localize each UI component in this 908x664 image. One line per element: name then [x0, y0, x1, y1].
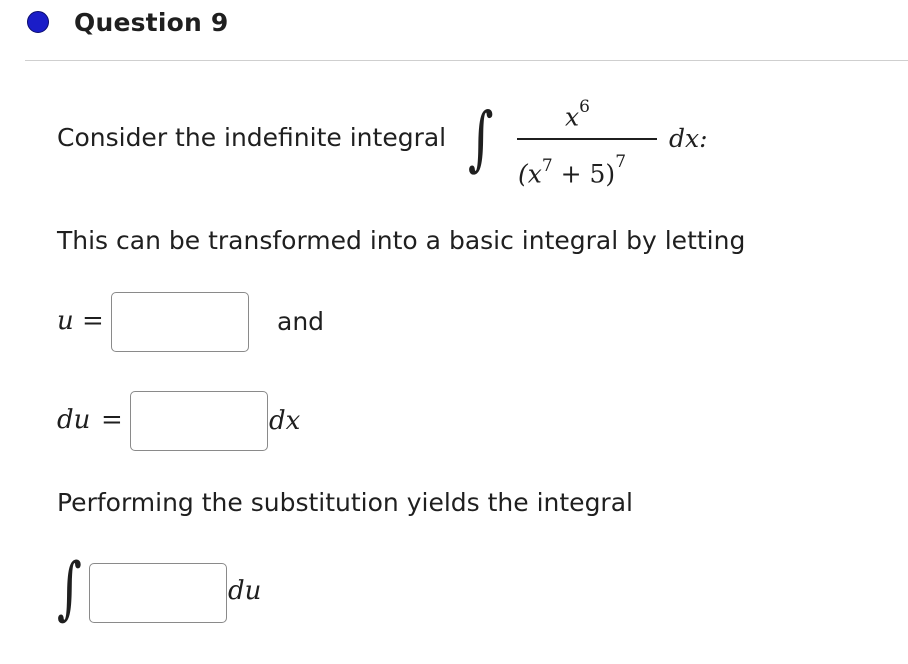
u-and-text: and	[277, 307, 325, 336]
final-integrand-input[interactable]	[89, 563, 227, 623]
transform-text: This can be transformed into a basic int…	[57, 226, 746, 255]
u-variable: u	[57, 306, 74, 336]
numerator-exponent: 6	[579, 97, 590, 117]
final-du-label: du	[228, 576, 262, 606]
fraction-denominator: (x7 + 5)7	[518, 152, 627, 189]
header-divider	[25, 60, 908, 61]
du-dx-label: dx	[269, 406, 301, 436]
denominator-exponent: 7	[615, 152, 627, 172]
denominator-tail: + 5)	[552, 159, 616, 189]
question-status-indicator	[27, 11, 49, 33]
numerator-base: x	[565, 102, 580, 132]
fraction-numerator: x6	[565, 96, 590, 132]
u-input[interactable]	[111, 292, 249, 352]
du-equals: =	[101, 405, 123, 435]
denominator-head: (x	[518, 159, 542, 189]
intro-text: Consider the indefinite integral	[57, 123, 447, 152]
question-title: Question 9	[74, 8, 229, 37]
denominator-inner-exponent: 7	[541, 156, 553, 176]
integral-sign: ∫	[468, 97, 494, 179]
substitution-text: Performing the substitution yields the i…	[57, 488, 633, 517]
du-variable: du	[57, 405, 91, 435]
fraction-bar	[517, 138, 657, 140]
final-integral-sign: ∫	[57, 549, 82, 628]
integral-differential: dx:	[669, 124, 708, 153]
u-equals: =	[82, 306, 104, 336]
du-input[interactable]	[130, 391, 268, 451]
